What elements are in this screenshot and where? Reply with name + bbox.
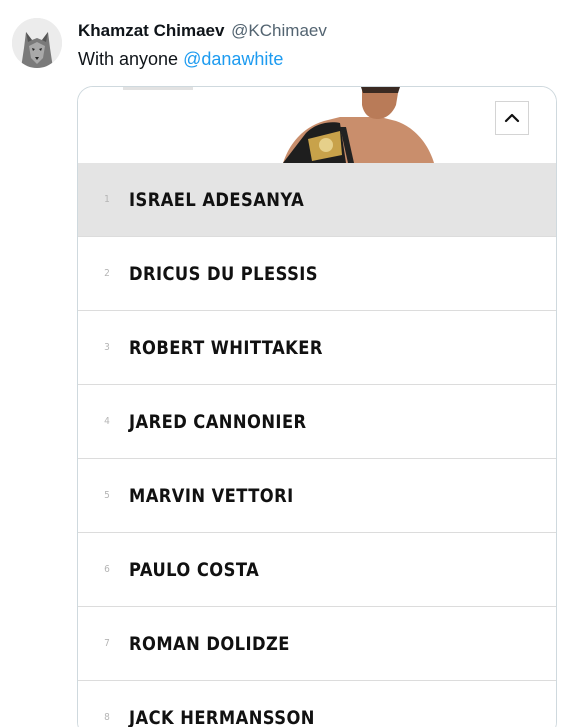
rankings-banner [78,87,556,163]
rankings-list: 1 ISRAEL ADESANYA 2 DRICUS DU PLESSIS 3 … [78,163,556,727]
ranking-row[interactable]: 2 DRICUS DU PLESSIS [78,237,556,311]
rank-number: 5 [104,490,110,501]
author-avatar[interactable] [12,18,62,68]
media-card[interactable]: 1 ISRAEL ADESANYA 2 DRICUS DU PLESSIS 3 … [77,86,557,727]
fighter-name: ROBERT WHITTAKER [129,336,323,359]
rank-number: 6 [104,564,110,575]
fighter-name: JARED CANNONIER [129,410,307,433]
champion-photo [123,87,434,163]
rank-number: 2 [104,268,110,279]
tweet: Khamzat Chimaev @KChimaev With anyone @d… [0,0,583,727]
ranking-row[interactable]: 4 JARED CANNONIER [78,385,556,459]
fighter-name: MARVIN VETTORI [129,484,294,507]
rank-number: 7 [104,638,110,649]
fighter-name: ISRAEL ADESANYA [129,188,305,211]
rank-number: 4 [104,416,110,427]
tweet-text: With anyone @danawhite [78,47,283,71]
mention-link[interactable]: @danawhite [183,49,283,69]
tweet-header: Khamzat Chimaev @KChimaev [78,20,327,42]
rank-number: 8 [104,712,110,723]
ranking-row[interactable]: 3 ROBERT WHITTAKER [78,311,556,385]
tweet-text-body: With anyone [78,49,184,69]
ranking-row[interactable]: 1 ISRAEL ADESANYA [78,163,556,237]
ranking-row[interactable]: 8 JACK HERMANSSON [78,681,556,727]
rank-number: 3 [104,342,110,353]
wolf-avatar-icon [12,18,62,68]
fighter-name: PAULO COSTA [129,558,260,581]
ranking-row[interactable]: 7 ROMAN DOLIDZE [78,607,556,681]
fighter-name: ROMAN DOLIDZE [129,632,290,655]
fighter-name: JACK HERMANSSON [129,706,315,727]
author-handle[interactable]: @KChimaev [231,21,327,40]
chevron-up-icon [504,113,520,123]
collapse-button[interactable] [495,101,529,135]
ranking-row[interactable]: 6 PAULO COSTA [78,533,556,607]
ranking-row[interactable]: 5 MARVIN VETTORI [78,459,556,533]
fighter-name: DRICUS DU PLESSIS [129,262,318,285]
author-name[interactable]: Khamzat Chimaev [78,21,224,40]
rank-number: 1 [104,194,110,205]
